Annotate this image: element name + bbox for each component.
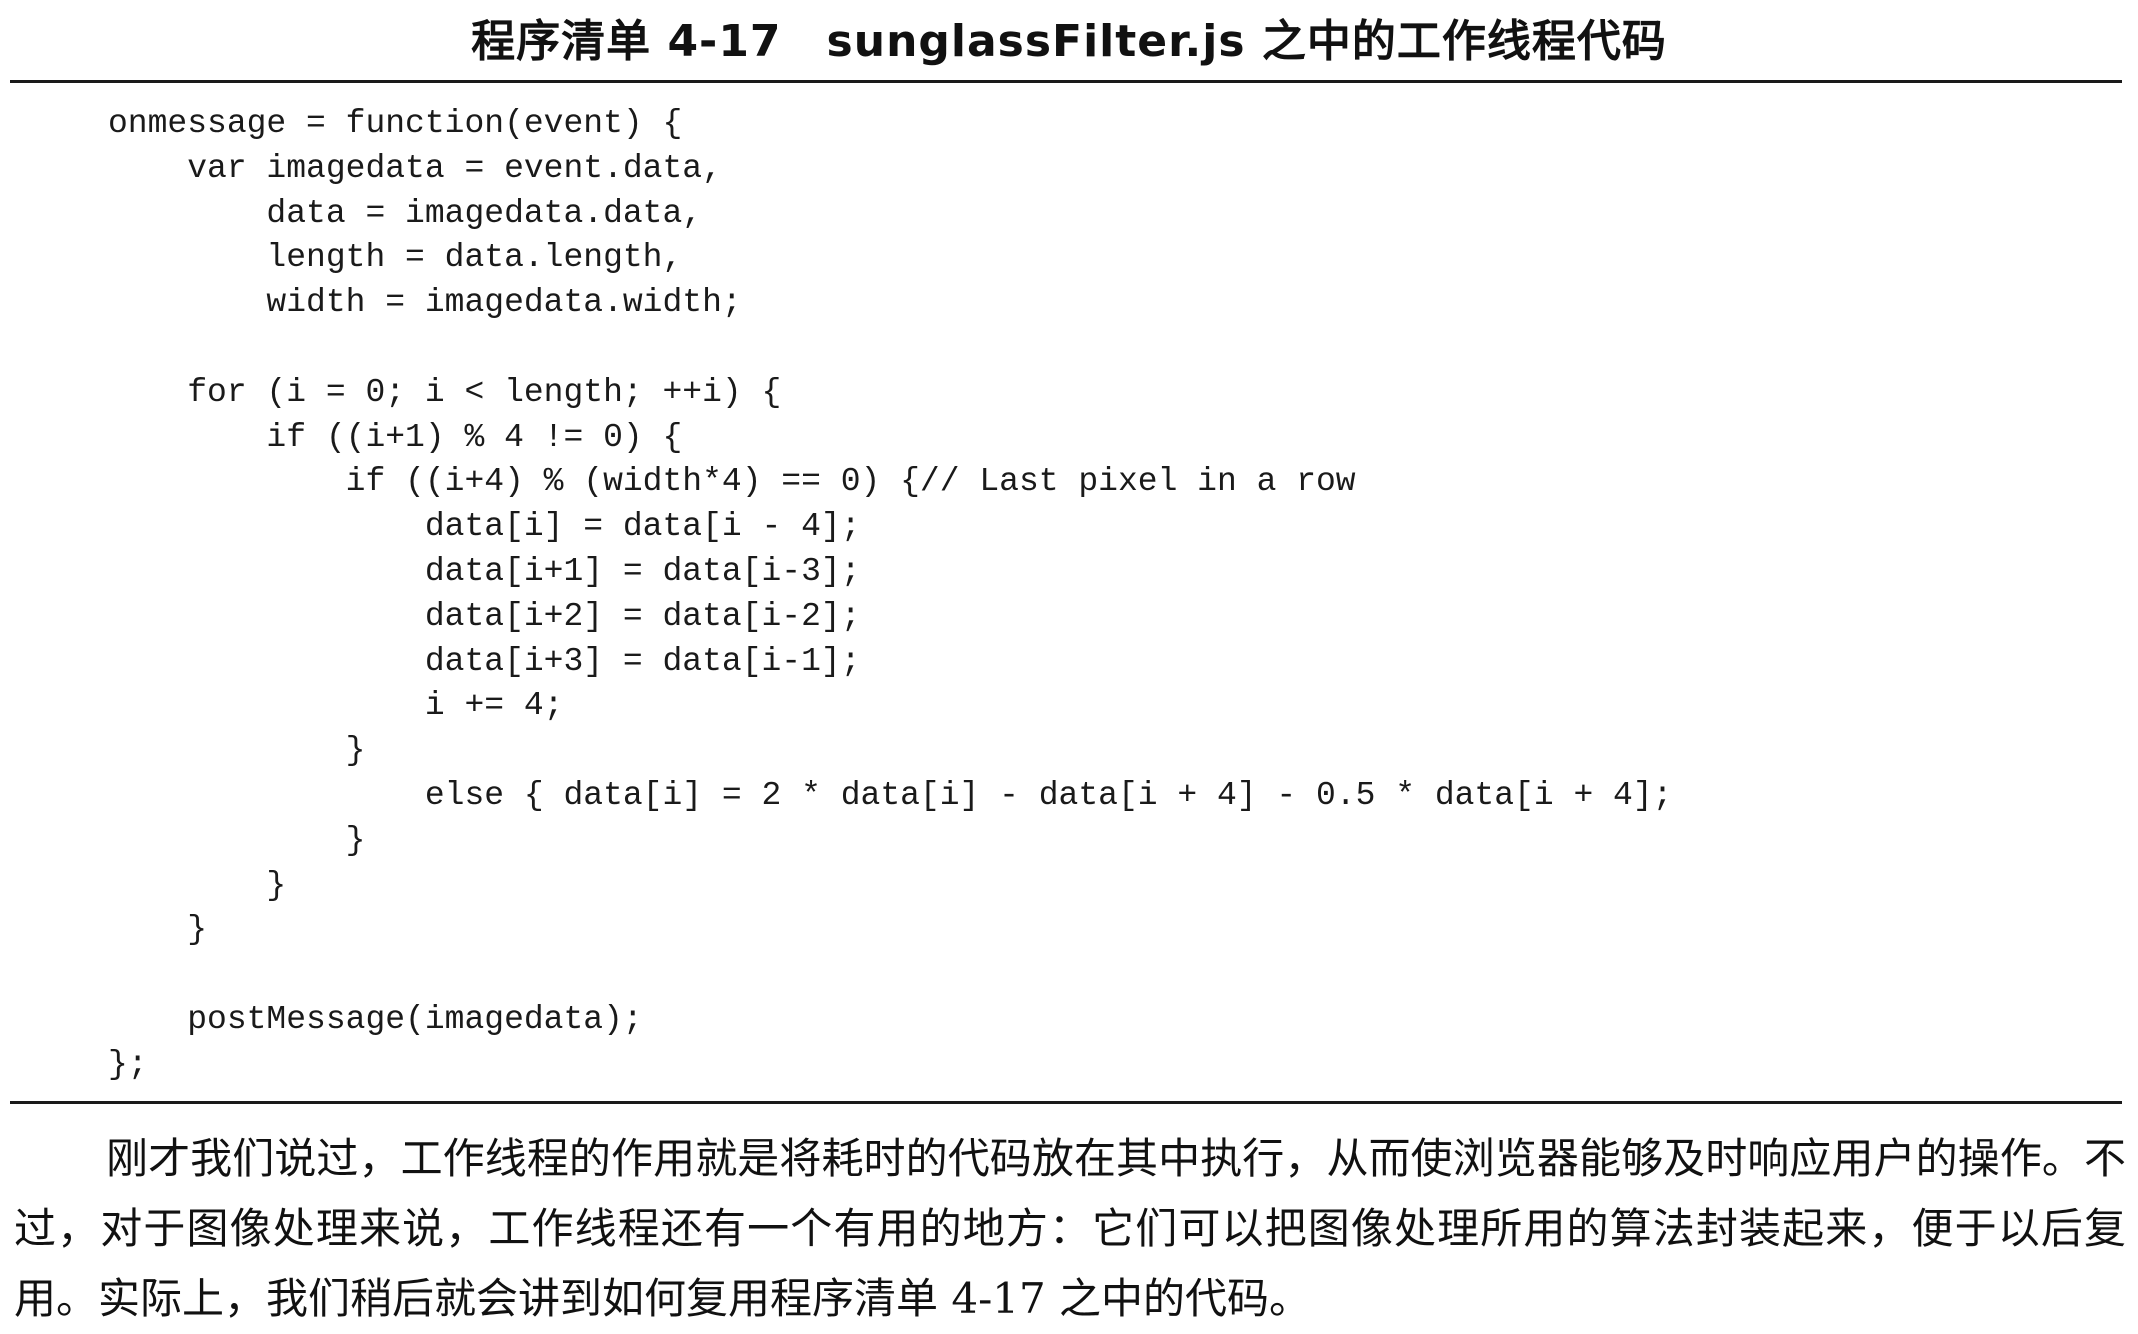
code-line: i += 4; [108, 687, 564, 725]
code-line: length = data.length, [108, 239, 683, 277]
body-paragraph: 刚才我们说过，工作线程的作用就是将耗时的代码放在其中执行，从而使浏览器能够及时响… [14, 1134, 2126, 1323]
code-line: data = imagedata.data, [108, 194, 703, 232]
code-line: } [108, 866, 287, 904]
code-line: if ((i+4) % (width*4) == 0) {// Last pix… [108, 463, 1356, 501]
code-line: onmessage = function(event) { [108, 105, 683, 142]
code-line: } [108, 911, 208, 949]
listing-title: 程序清单 4-17 sunglassFilter.js 之中的工作线程代码 [471, 16, 1667, 67]
code-line: else { data[i] = 2 * data[i] - data[i + … [108, 776, 1673, 814]
code-line: data[i+1] = data[i-3]; [108, 552, 861, 590]
bottom-rule [10, 1101, 2122, 1104]
code-line: data[i+2] = data[i-2]; [108, 597, 861, 635]
top-rule [10, 80, 2122, 83]
code-line: postMessage(imagedata); [108, 1000, 643, 1038]
code-line: data[i+3] = data[i-1]; [108, 642, 861, 680]
code-line: }; [108, 1045, 148, 1083]
code-line: } [108, 821, 366, 859]
code-line: if ((i+1) % 4 != 0) { [108, 418, 683, 456]
code-line: var imagedata = event.data, [108, 149, 722, 187]
code-line: data[i] = data[i - 4]; [108, 508, 861, 546]
code-listing: onmessage = function(event) { var imaged… [108, 102, 1672, 1088]
code-line: } [108, 732, 366, 770]
code-line: width = imagedata.width; [108, 284, 742, 322]
code-line: for (i = 0; i < length; ++i) { [108, 373, 782, 411]
